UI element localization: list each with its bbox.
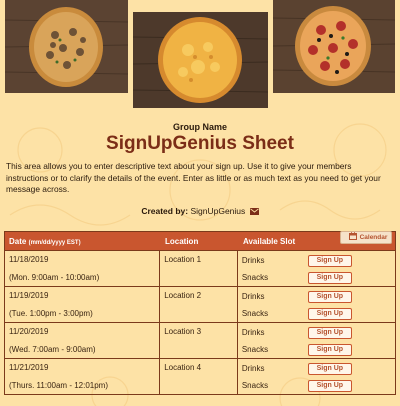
row-location: Location 3	[160, 323, 238, 358]
signup-button[interactable]: Sign Up	[307, 343, 352, 356]
slot-name: Drinks	[241, 328, 265, 337]
row-location: Location 1	[160, 251, 238, 286]
row-time: (Wed. 7:00am - 9:00am)	[9, 345, 96, 354]
header-date-label: Date	[9, 236, 27, 246]
table-row: 11/21/2019 (Thurs. 11:00am - 12:01pm) Lo…	[5, 358, 395, 394]
calendar-button[interactable]: Calendar	[340, 230, 392, 244]
slot-name: Snacks	[241, 309, 269, 318]
creator-name: SignUpGenius	[190, 206, 246, 216]
table-row: 11/20/2019 (Wed. 7:00am - 9:00am) Locati…	[5, 322, 395, 358]
header-available-slot: Available Slot Calendar	[239, 230, 395, 246]
row-slots: Drinks Sign Up Snacks Sign Up	[238, 287, 395, 322]
row-time: (Mon. 9:00am - 10:00am)	[9, 273, 100, 282]
row-time: (Thurs. 11:00am - 12:01pm)	[9, 381, 109, 390]
page-title: SignUpGenius Sheet	[106, 133, 294, 154]
row-date-cell: 11/18/2019 (Mon. 9:00am - 10:00am)	[5, 251, 161, 286]
row-date: 11/20/2019	[9, 327, 49, 336]
mushroom-pizza-photo	[5, 0, 128, 93]
row-slots: Drinks Sign Up Snacks Sign Up	[238, 251, 395, 286]
created-by: Created by: SignUpGenius	[0, 206, 400, 216]
row-date: 11/19/2019	[9, 291, 49, 300]
header-date-format: (mm/dd/yyyy EST)	[28, 239, 81, 246]
slot-name: Drinks	[241, 256, 265, 265]
group-name: Group Name	[172, 122, 227, 132]
row-date: 11/21/2019	[9, 363, 49, 372]
signup-button[interactable]: Sign Up	[307, 326, 352, 339]
slot-name: Drinks	[241, 292, 265, 301]
slot-name: Snacks	[241, 381, 269, 390]
header-date: Date (mm/dd/yyyy EST)	[5, 237, 161, 246]
signup-button[interactable]: Sign Up	[307, 271, 352, 284]
row-location: Location 4	[160, 359, 238, 394]
signup-table: Date (mm/dd/yyyy EST) Location Available…	[4, 230, 396, 395]
signup-button[interactable]: Sign Up	[307, 362, 352, 375]
table-header: Date (mm/dd/yyyy EST) Location Available…	[5, 230, 395, 250]
row-date-cell: 11/19/2019 (Tue. 1:00pm - 3:00pm)	[5, 287, 161, 322]
row-date: 11/18/2019	[9, 255, 49, 264]
sheet-description: This area allows you to enter descriptiv…	[6, 161, 381, 194]
pepperoni-pizza-photo	[273, 0, 395, 93]
slot-name: Snacks	[241, 273, 269, 282]
row-slots: Drinks Sign Up Snacks Sign Up	[238, 359, 395, 394]
row-slots: Drinks Sign Up Snacks Sign Up	[238, 323, 395, 358]
header-location: Location	[165, 236, 199, 246]
cheese-pizza-photo	[133, 12, 268, 108]
row-time: (Tue. 1:00pm - 3:00pm)	[9, 309, 93, 318]
signup-button[interactable]: Sign Up	[307, 307, 352, 320]
table-row: 11/18/2019 (Mon. 9:00am - 10:00am) Locat…	[5, 250, 395, 286]
created-by-label: Created by:	[141, 206, 189, 216]
slot-name: Snacks	[241, 345, 269, 354]
slot-name: Drinks	[241, 364, 265, 373]
signup-button[interactable]: Sign Up	[307, 290, 352, 303]
header-slot-label: Available Slot	[243, 236, 296, 246]
calendar-icon	[348, 232, 357, 242]
signup-button[interactable]: Sign Up	[307, 379, 352, 392]
row-date-cell: 11/20/2019 (Wed. 7:00am - 9:00am)	[5, 323, 161, 358]
calendar-label: Calendar	[359, 233, 388, 241]
signup-button[interactable]: Sign Up	[307, 254, 352, 267]
mail-icon[interactable]	[249, 207, 259, 215]
row-location: Location 2	[160, 287, 238, 322]
row-date-cell: 11/21/2019 (Thurs. 11:00am - 12:01pm)	[5, 359, 161, 394]
table-row: 11/19/2019 (Tue. 1:00pm - 3:00pm) Locati…	[5, 286, 395, 322]
banner	[0, 0, 400, 108]
